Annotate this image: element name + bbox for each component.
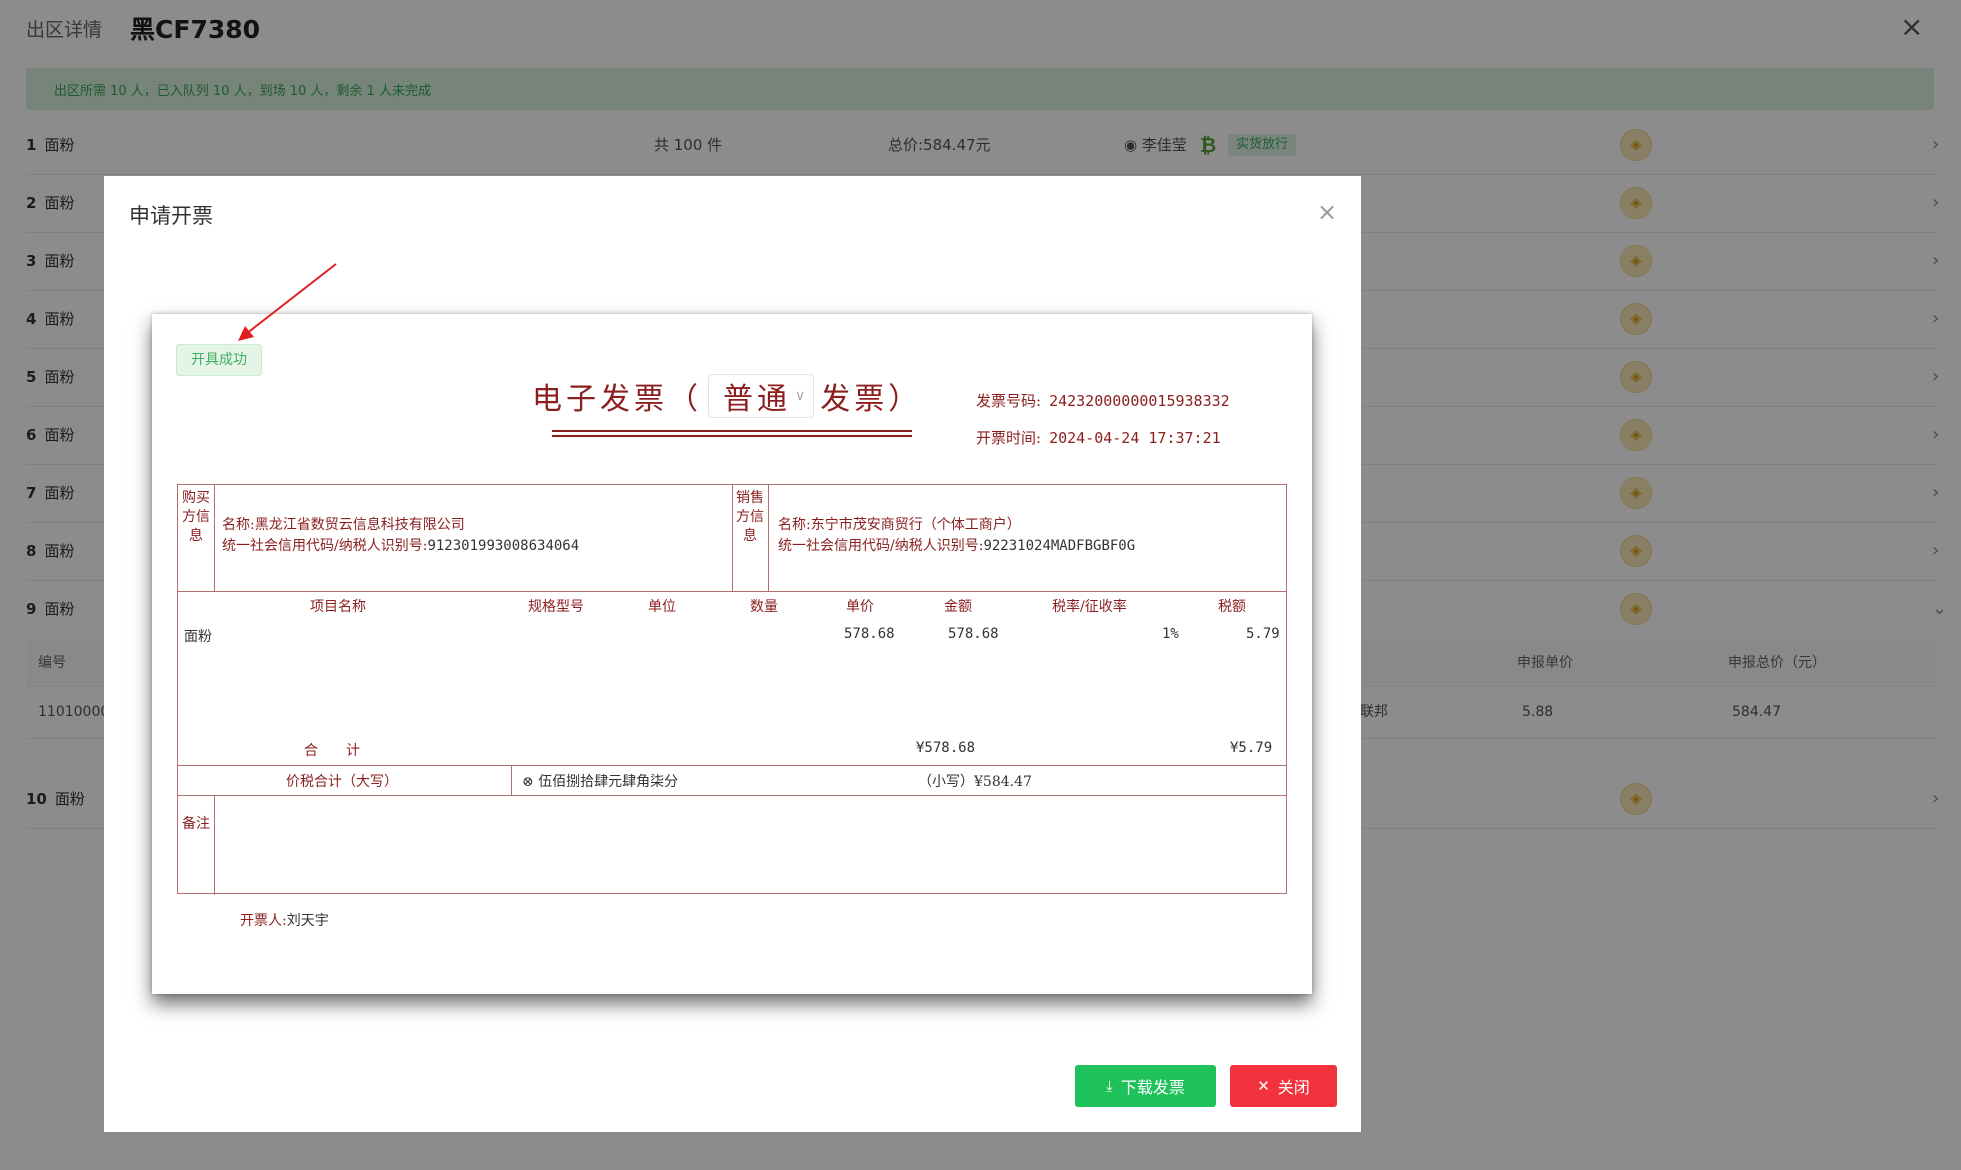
annotation-arrow-icon xyxy=(238,263,337,341)
